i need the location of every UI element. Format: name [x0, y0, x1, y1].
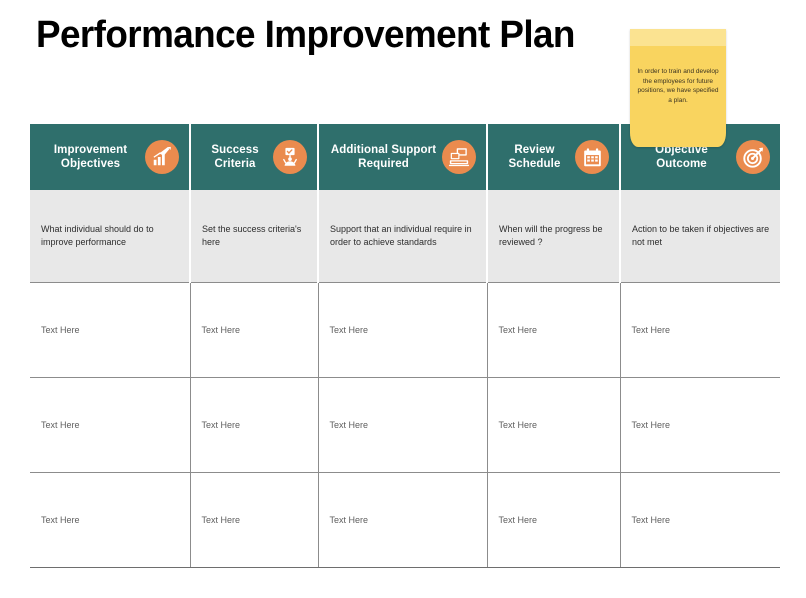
table-cell[interactable]: Text Here — [190, 472, 319, 568]
table-cell[interactable]: Text Here — [620, 282, 780, 378]
sticky-note: In order to train and develop the employ… — [630, 29, 726, 147]
table-row: Text Here Text Here Text Here Text Here … — [30, 282, 780, 378]
description-cell: Support that an individual require in or… — [318, 190, 488, 283]
table-cell[interactable]: Text Here — [318, 282, 488, 378]
table-cell[interactable]: Text Here — [620, 472, 780, 568]
table-cell[interactable]: Text Here — [318, 472, 488, 568]
description-cell: Set the success criteria's here — [190, 190, 319, 283]
table-row: Text Here Text Here Text Here Text Here … — [30, 377, 780, 473]
table-cell[interactable]: Text Here — [487, 472, 621, 568]
table-cell[interactable]: Text Here — [487, 282, 621, 378]
table-cell[interactable]: Text Here — [30, 377, 191, 473]
description-cell: What individual should do to improve per… — [30, 190, 191, 283]
column-header-label: Review Schedule — [508, 144, 561, 170]
column-header-success-criteria[interactable]: Success Criteria — [190, 124, 319, 190]
table-cell[interactable]: Text Here — [190, 282, 319, 378]
table-cell[interactable]: Text Here — [30, 282, 191, 378]
person-checklist-icon — [273, 140, 307, 174]
description-cell: Action to be taken if objectives are not… — [620, 190, 780, 283]
description-cell: When will the progress be reviewed ? — [487, 190, 621, 283]
table-cell[interactable]: Text Here — [30, 472, 191, 568]
table-description-row: What individual should do to improve per… — [30, 190, 780, 283]
column-header-label: Objective Outcome — [655, 144, 708, 170]
table-row: Text Here Text Here Text Here Text Here … — [30, 472, 780, 568]
column-header-label: Improvement Objectives — [53, 144, 128, 170]
column-header-review-schedule[interactable]: Review Schedule — [487, 124, 621, 190]
column-header-label: Additional Support Required — [330, 144, 437, 170]
calendar-icon — [575, 140, 609, 174]
column-header-label: Success Criteria — [211, 144, 259, 170]
sticky-note-top-strip — [630, 29, 726, 46]
performance-improvement-table: Improvement Objectives Success Criteria … — [30, 124, 780, 568]
computer-monitor-icon — [442, 140, 476, 174]
table-cell[interactable]: Text Here — [318, 377, 488, 473]
table-cell[interactable]: Text Here — [190, 377, 319, 473]
growth-bar-chart-icon — [145, 140, 179, 174]
target-dart-icon — [736, 140, 770, 174]
page-title: Performance Improvement Plan — [36, 14, 575, 56]
column-header-improvement-objectives[interactable]: Improvement Objectives — [30, 124, 191, 190]
table-cell[interactable]: Text Here — [487, 377, 621, 473]
sticky-note-text: In order to train and develop the employ… — [637, 68, 719, 104]
table-cell[interactable]: Text Here — [620, 377, 780, 473]
column-header-additional-support-required[interactable]: Additional Support Required — [318, 124, 488, 190]
